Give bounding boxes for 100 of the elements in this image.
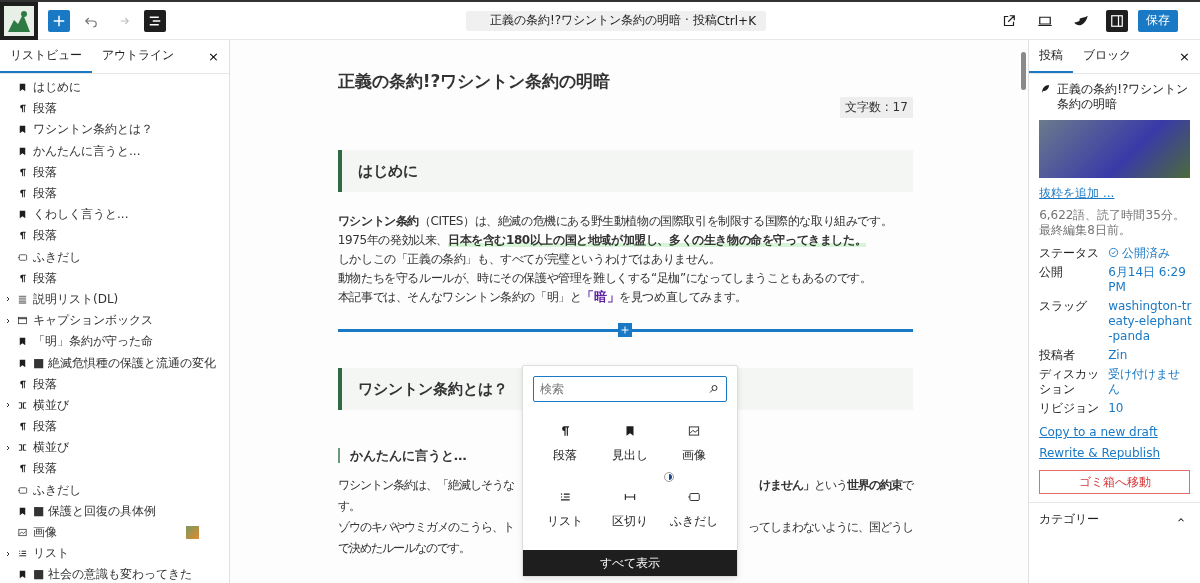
field-label: 公開 <box>1039 265 1065 281</box>
item-label: 段落 <box>33 269 57 287</box>
sidebar-button[interactable] <box>1106 9 1128 32</box>
paragraph-text[interactable]: で決めたルールなのです。 <box>337 538 470 559</box>
list-view-item[interactable]: 段落 <box>0 182 229 205</box>
save-button[interactable]: 保存 <box>1138 9 1178 32</box>
item-label: ■ 保護と回復の具体例 <box>33 502 157 520</box>
paragraph-text[interactable]: けません」という世界の約束で <box>758 475 913 496</box>
heading-block-icon <box>17 357 28 369</box>
section-heading[interactable]: はじめに <box>337 150 913 192</box>
browse-all-button[interactable]: すべて表示 <box>522 550 737 576</box>
item-label: ふきだし <box>33 481 81 499</box>
panel-tab[interactable]: リストビュー <box>0 40 92 73</box>
paragraph-line[interactable]: 動物たちを守るルールが、時にその保護や管理を難しくする“足枷”になってしまうこともあるのです。 <box>337 269 913 287</box>
list-view-item[interactable]: ふきだし <box>0 246 229 268</box>
list-view-item[interactable]: キャプションボックス <box>0 310 229 332</box>
field-value-link[interactable]: Zin <box>1108 348 1192 363</box>
field-label: リビジョン <box>1039 401 1101 416</box>
add-excerpt-link[interactable]: 抜粋を追加 ... <box>1039 185 1115 202</box>
list-view-item[interactable]: ■ 絶滅危惧種の保護と流通の変化 <box>0 352 229 374</box>
list-view-item[interactable]: 横並び <box>0 394 229 416</box>
list-view-item[interactable]: 段落 <box>0 458 229 480</box>
dl-block-icon <box>17 293 28 305</box>
paragraph-block-icon <box>17 421 28 433</box>
balloon-block-icon <box>687 490 702 504</box>
item-label: ■ 絶滅危惧種の保護と流通の変化 <box>33 354 217 372</box>
image-block-icon <box>687 424 702 438</box>
text-link[interactable]: Copy to a new draft <box>1039 425 1158 439</box>
chevron-icon[interactable] <box>4 295 12 304</box>
block-type-item[interactable]: 区切り <box>605 480 654 540</box>
item-label: ■ 社会の意識も変わってきた <box>33 566 193 583</box>
chevron-icon[interactable] <box>4 443 12 452</box>
settings-tab[interactable]: 投稿 <box>1029 40 1074 73</box>
scrollbar-thumb[interactable] <box>1021 52 1027 90</box>
paragraph-text[interactable]: ワシントン条約は、「絶滅しそうな <box>337 475 514 496</box>
list-view-item[interactable]: 段落 <box>0 98 229 120</box>
list-view-item[interactable]: 段落 <box>0 267 229 289</box>
section-title[interactable]: カテゴリー <box>1039 511 1100 528</box>
field-value-link[interactable]: washington-treaty-elephant-panda <box>1108 299 1192 344</box>
text-link[interactable]: Rewrite & Republish <box>1039 446 1161 460</box>
chevron-icon[interactable] <box>4 401 12 410</box>
chevron-icon[interactable] <box>4 316 12 325</box>
heading-block-icon <box>17 336 28 348</box>
listview-button[interactable] <box>144 9 166 32</box>
list-view-item[interactable]: ふきだし <box>0 479 229 501</box>
list-view-item[interactable]: ■ 社会の意識も変わってきた <box>0 564 229 583</box>
item-label: リスト <box>33 545 69 563</box>
field-value-link[interactable]: 10 <box>1108 401 1192 416</box>
list-view-item[interactable]: 段落 <box>0 161 229 183</box>
panel-tab[interactable]: アウトライン <box>92 40 184 73</box>
field-value-link[interactable]: 公開済み <box>1108 246 1192 261</box>
item-label: 説明リスト(DL) <box>33 290 119 308</box>
paragraph-line[interactable]: しかしこの「正義の条約」も、すべてが完璧というわけではありません。 <box>337 250 913 268</box>
search-field[interactable]: 検索 <box>532 376 727 402</box>
paragraph-line[interactable]: ワシントン条約（CITES）は、絶滅の危機にある野生動植物の国際取引を制限する国際的な取り組みです。 <box>337 212 913 230</box>
list-view-item[interactable]: リスト <box>0 543 229 565</box>
list-view-item[interactable]: かんたんに言うと... <box>0 140 229 162</box>
settings-tab[interactable]: ブロック <box>1073 40 1142 73</box>
list-view-item[interactable]: 横並び <box>0 437 229 459</box>
paragraph-block-icon <box>17 272 28 284</box>
paragraph-line[interactable]: 本記事では、そんなワシントン条約の「明」と「暗」を見つめ直してみます。 <box>337 288 913 306</box>
trash-button[interactable]: ゴミ箱へ移動 <box>1039 470 1190 494</box>
item-label: 「明」条約が守った命 <box>33 333 153 351</box>
list-view-item[interactable]: 段落 <box>0 416 229 438</box>
block-type-item[interactable]: リスト <box>541 480 590 540</box>
paragraph-block-icon <box>17 103 28 115</box>
list-view-item[interactable]: 説明リスト(DL) <box>0 288 229 311</box>
list-view-item[interactable]: 段落 <box>0 225 229 247</box>
list-view-item[interactable]: ワシントン条約とは？ <box>0 119 229 141</box>
field-value-link[interactable]: 受け付けません <box>1108 367 1192 397</box>
post-title[interactable]: 正義の条約!?ワシントン条約の明暗 <box>337 70 913 93</box>
command-bar[interactable]: 正義の条約!?ワシントン条約の明暗 · 投稿Ctrl+K <box>466 10 766 31</box>
field-label: ディスカッション <box>1039 367 1101 397</box>
close-button[interactable]: × <box>1179 49 1190 64</box>
paragraph-text[interactable]: ってしまわないように、国どうし <box>747 517 913 538</box>
list-view-item[interactable]: 画像 <box>0 521 229 544</box>
item-label: ふきだし <box>33 248 81 266</box>
block-type-item[interactable]: ふきだし <box>664 480 725 540</box>
paragraph-text[interactable]: ゾウのキバやウミガメのこうら、ト <box>337 517 514 538</box>
image-block-icon <box>17 527 28 539</box>
field-label: スラッグ <box>1039 299 1089 315</box>
paragraph-block-icon <box>17 166 28 178</box>
paragraph-text[interactable]: す。 <box>337 496 360 517</box>
site-logo[interactable] <box>0 1 38 40</box>
list-view-item[interactable]: 「明」条約が守った命 <box>0 331 229 353</box>
chevron-icon[interactable] <box>4 549 12 558</box>
add-button[interactable] <box>48 9 70 32</box>
item-label: ワシントン条約とは？ <box>33 121 153 139</box>
post-stats-text: 最終編集8日前。 <box>1039 223 1132 238</box>
list-view-item[interactable]: くわしく言うと... <box>0 204 229 226</box>
list-view-item[interactable]: ■ 保護と回復の具体例 <box>0 500 229 522</box>
item-label: 横並び <box>33 439 69 457</box>
add-block-button[interactable] <box>618 323 633 337</box>
list-view-item[interactable]: 段落 <box>0 373 229 395</box>
close-button[interactable]: × <box>207 49 219 64</box>
heading-block-icon <box>17 209 28 221</box>
item-label: かんたんに言うと... <box>33 142 141 160</box>
columns-block-icon <box>17 442 28 454</box>
field-value-link[interactable]: 6月14日 6:29 PM <box>1108 265 1192 295</box>
list-view-item[interactable]: はじめに <box>0 77 229 99</box>
